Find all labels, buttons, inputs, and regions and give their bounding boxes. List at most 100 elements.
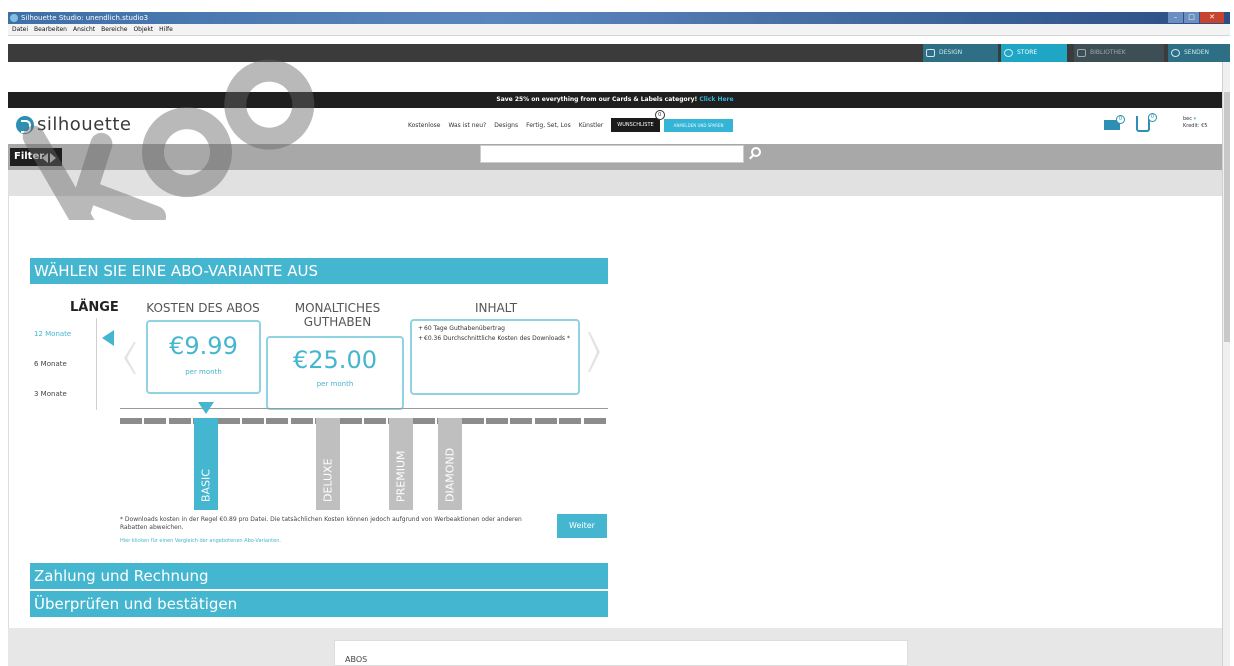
- arrow-right-icon: [50, 153, 56, 163]
- plan-basic[interactable]: BASIC: [194, 418, 218, 510]
- app-root: Silhouette Studio: unendlich.studio3 – □…: [0, 0, 1234, 666]
- cost-column-header: KOSTEN DES ABOS: [146, 301, 260, 315]
- tab-store[interactable]: STORE: [1001, 44, 1067, 62]
- plan-premium[interactable]: PREMIUM: [389, 418, 413, 510]
- plan-diamond[interactable]: DIAMOND: [438, 418, 462, 510]
- nav-designs[interactable]: Designs: [494, 122, 518, 129]
- menu-bar: Datei Bearbeiten Ansicht Bereiche Objekt…: [8, 24, 1230, 36]
- store-nav: Kostenlose Was ist neu? Designs Fertig, …: [408, 110, 734, 132]
- close-button[interactable]: ✕: [1200, 12, 1224, 23]
- tab-send[interactable]: SENDEN: [1168, 44, 1230, 62]
- wishlist-label: WUNSCHLISTE: [617, 122, 654, 128]
- tab-design-label: DESIGN: [939, 49, 963, 56]
- nav-artists[interactable]: Künstler: [579, 122, 604, 129]
- monthly-credit-column-header: MONALTICHES GUTHABEN: [270, 301, 405, 329]
- window-controls: – □ ✕: [1167, 12, 1224, 23]
- tab-store-label: STORE: [1017, 49, 1038, 56]
- download-footnote: * Downloads kosten in der Regel €0.89 pr…: [120, 516, 522, 531]
- plan-track-segment: [510, 418, 533, 424]
- filter-button[interactable]: Filter: [10, 148, 62, 166]
- window-title: Silhouette Studio: unendlich.studio3: [21, 14, 149, 22]
- cart-icon[interactable]: 0: [1136, 113, 1157, 132]
- plan-basic-label: BASIC: [199, 469, 213, 502]
- plan-track-segment: [461, 418, 484, 424]
- plan-track-line: [120, 408, 608, 409]
- menu-bearbeiten[interactable]: Bearbeiten: [34, 26, 67, 33]
- tab-design[interactable]: DESIGN: [923, 44, 998, 62]
- compare-plans-link[interactable]: Hier klicken für einen Vergleich der ang…: [120, 538, 281, 544]
- menu-ansicht[interactable]: Ansicht: [73, 26, 95, 33]
- plan-deluxe[interactable]: DELUXE: [316, 418, 340, 510]
- abos-label: ABOS: [345, 655, 368, 664]
- chevron-right-icon[interactable]: [588, 332, 602, 372]
- logo-text: silhouette: [37, 114, 132, 135]
- plan-track-segment: [144, 418, 167, 424]
- search-icon[interactable]: [748, 147, 762, 161]
- plan-track-segment: [486, 418, 508, 424]
- tab-library[interactable]: BIBLIOTHEK: [1074, 44, 1164, 62]
- grid-icon: [926, 49, 935, 57]
- promo-link[interactable]: Click Here: [699, 96, 733, 103]
- month-option-3[interactable]: 3 Monate: [34, 390, 94, 420]
- credit-card: €25.00 per month: [266, 336, 404, 410]
- minimize-button[interactable]: –: [1168, 12, 1183, 23]
- filter-bar: Filter: [8, 144, 1222, 170]
- review-section-header[interactable]: Überprüfen und bestätigen: [30, 591, 608, 617]
- search-input[interactable]: [480, 145, 744, 163]
- chevron-left-icon[interactable]: [122, 342, 136, 374]
- menu-bereiche[interactable]: Bereiche: [101, 26, 127, 33]
- silhouette-logo-icon: [16, 115, 34, 134]
- credit-unit: per month: [316, 380, 354, 388]
- login-button[interactable]: ANMELDEN UND SPAREN: [663, 118, 734, 132]
- selected-plan-pointer-icon: [198, 402, 214, 414]
- content-item-rollover: 60 Tage Guthabenübertrag: [418, 325, 572, 333]
- tab-library-label: BIBLIOTHEK: [1090, 49, 1126, 56]
- plan-track-segment: [168, 418, 191, 424]
- continue-button[interactable]: Weiter: [557, 514, 607, 538]
- cart-count-badge: 0: [1148, 113, 1157, 122]
- menu-datei[interactable]: Datei: [12, 26, 28, 33]
- account-credit: Kredit: €5: [1183, 123, 1208, 129]
- plan-track-segment: [266, 418, 289, 424]
- payment-section-header[interactable]: Zahlung und Rechnung: [30, 563, 608, 589]
- cloud-icon: [1077, 49, 1086, 57]
- plan-track-segment: [534, 418, 557, 424]
- tab-send-label: SENDEN: [1184, 49, 1209, 56]
- menu-hilfe[interactable]: Hilfe: [159, 26, 173, 33]
- scrollbar-thumb[interactable]: [1224, 92, 1230, 342]
- vertical-scrollbar[interactable]: [1222, 62, 1230, 666]
- wishlist-button[interactable]: WUNSCHLISTE 0: [611, 110, 665, 132]
- plan-track-segment: [364, 418, 386, 424]
- nav-new[interactable]: Was ist neu?: [448, 122, 486, 129]
- plan-track-segment: [412, 418, 435, 424]
- month-option-12[interactable]: 12 Monate: [34, 330, 94, 360]
- month-options: 12 Monate 6 Monate 3 Monate: [34, 330, 94, 420]
- selected-month-arrow-icon: [102, 330, 114, 346]
- toolbar-strip: [8, 170, 1222, 196]
- filter-label: Filter: [14, 151, 45, 162]
- maximize-button[interactable]: □: [1184, 12, 1199, 23]
- subscription-heading: WÄHLEN SIE EINE ABO-VARIANTE AUS: [30, 258, 608, 284]
- module-bar: DESIGN STORE BIBLIOTHEK SENDEN: [8, 44, 1230, 62]
- content-column-header: INHALT: [474, 301, 518, 315]
- store-header: silhouette Kostenlose Was ist neu? Desig…: [8, 108, 1222, 144]
- plan-diamond-label: DIAMOND: [443, 447, 457, 502]
- wishlist-count-badge: 0: [654, 110, 665, 120]
- mail-icon[interactable]: 0: [1104, 115, 1125, 130]
- month-option-6[interactable]: 6 Monate: [34, 360, 94, 390]
- nav-ready-set-go[interactable]: Fertig, Set, Los: [526, 122, 571, 129]
- check-icon: [1171, 49, 1180, 57]
- monthly-credit-header-line2: GUTHABEN: [303, 315, 372, 329]
- nav-free[interactable]: Kostenlose: [408, 122, 440, 129]
- promo-text: Save 25% on everything from our Cards & …: [496, 96, 698, 103]
- content-card: 60 Tage Guthabenübertrag €0.36 Durchschn…: [410, 319, 580, 395]
- chevron-down-icon: ▾: [1193, 116, 1197, 122]
- menu-objekt[interactable]: Objekt: [133, 26, 153, 33]
- account-menu[interactable]: bec ▾ Kredit: €5: [1183, 116, 1207, 130]
- plan-track-segment: [559, 418, 582, 424]
- content-list: 60 Tage Guthabenübertrag €0.36 Durchschn…: [418, 325, 572, 343]
- plan-premium-label: PREMIUM: [394, 450, 408, 502]
- arrow-left-icon: [42, 153, 48, 163]
- month-divider: [96, 318, 97, 410]
- silhouette-logo[interactable]: silhouette: [16, 114, 131, 135]
